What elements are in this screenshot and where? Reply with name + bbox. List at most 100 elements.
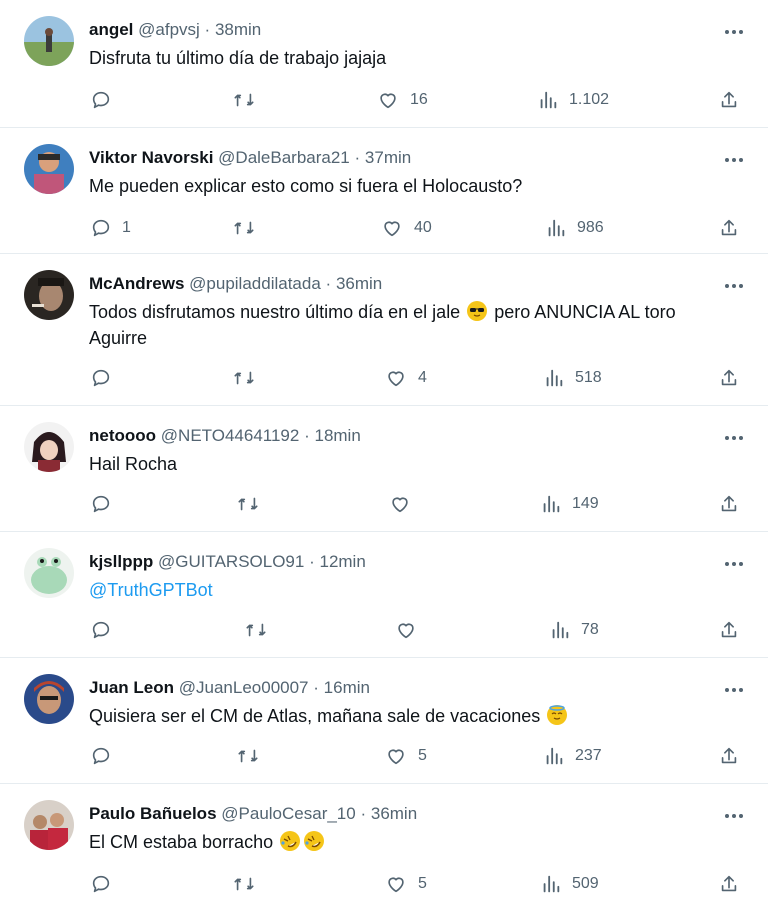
timestamp[interactable]: 36min [336,274,382,293]
reply-icon [92,219,110,237]
reply-button[interactable] [90,744,112,768]
tweet[interactable]: angel @afpvsj · 38min Disfruta tu último… [0,0,768,128]
tweet[interactable]: Viktor Navorski @DaleBarbara21 · 37min M… [0,128,768,254]
user-handle[interactable]: @pupiladdilatada [189,274,321,293]
like-button[interactable]: 40 [380,216,432,240]
share-button[interactable] [718,744,740,768]
timestamp[interactable]: 16min [324,678,370,697]
rolling-laughing-emoji [304,831,325,851]
views-icon [548,219,565,237]
tweet-header: kjsllppp @GUITARSOLO91 · 12min [89,550,366,574]
avatar[interactable] [24,800,74,850]
separator: · [313,678,319,697]
user-handle[interactable]: @DaleBarbara21 [218,148,350,167]
avatar[interactable] [24,270,74,320]
avatar[interactable] [24,548,74,598]
timestamp[interactable]: 38min [215,20,261,39]
tweet[interactable]: McAndrews @pupiladdilatada · 36min Todos… [0,254,768,406]
display-name[interactable]: angel [89,20,133,39]
display-name[interactable]: kjsllppp [89,552,153,571]
like-button[interactable]: 5 [384,872,427,896]
more-icon[interactable] [722,20,746,44]
more-icon[interactable] [722,148,746,172]
tweet[interactable]: netoooo @NETO44641192 · 18min Hail Rocha… [0,406,768,532]
like-count: 4 [418,369,427,386]
share-button[interactable] [718,366,740,390]
timestamp[interactable]: 18min [314,426,360,445]
timestamp[interactable]: 37min [365,148,411,167]
user-handle[interactable]: @afpvsj [138,20,200,39]
avatar[interactable] [24,422,74,472]
like-button[interactable]: 5 [384,744,427,768]
display-name[interactable]: McAndrews [89,274,184,293]
retweet-button[interactable] [236,744,260,768]
like-icon [388,877,404,893]
views-button[interactable]: 149 [540,492,599,516]
share-icon [721,219,737,236]
tweet[interactable]: kjsllppp @GUITARSOLO91 · 12min @TruthGPT… [0,532,768,658]
reply-button[interactable] [90,366,122,390]
display-name[interactable]: Viktor Navorski [89,148,213,167]
timestamp[interactable]: 12min [319,552,365,571]
tweet-header: Juan Leon @JuanLeo00007 · 16min [89,676,370,700]
view-count: 518 [575,369,602,386]
reply-button[interactable] [90,88,122,112]
display-name[interactable]: Juan Leon [89,678,174,697]
timestamp[interactable]: 36min [371,804,417,823]
reply-button[interactable] [90,618,112,642]
more-icon[interactable] [722,552,746,576]
retweet-button[interactable] [236,492,260,516]
share-button[interactable] [718,88,740,112]
retweet-button[interactable] [232,216,256,240]
rolling-laughing-emoji [280,831,301,851]
share-button[interactable] [718,872,740,896]
avatar[interactable] [24,674,74,724]
user-handle[interactable]: @PauloCesar_10 [221,804,355,823]
share-icon [721,91,737,108]
more-icon[interactable] [722,426,746,450]
reply-button[interactable] [90,492,112,516]
user-handle[interactable]: @NETO44641192 [161,426,300,445]
reply-button[interactable]: 1 [90,216,131,240]
tweet-text: Todos disfrutamos nuestro último día en … [89,299,749,351]
tweet[interactable]: Juan Leon @JuanLeo00007 · 16min Quisiera… [0,658,768,784]
like-button[interactable] [394,618,418,642]
user-handle[interactable]: @JuanLeo00007 [179,678,309,697]
avatar[interactable] [24,16,74,66]
separator: · [325,274,332,293]
more-icon[interactable] [722,274,746,298]
like-button[interactable]: 4 [384,366,427,390]
user-handle[interactable]: @GUITARSOLO91 [158,552,304,571]
tweet-text-part: Quisiera ser el CM de Atlas, mañana sale… [89,706,541,726]
more-icon[interactable] [722,804,746,828]
views-button[interactable]: 78 [549,618,599,642]
like-icon [380,93,396,109]
share-button[interactable] [718,618,740,642]
views-button[interactable]: 986 [545,216,604,240]
views-button[interactable]: 518 [543,366,602,390]
display-name[interactable]: netoooo [89,426,156,445]
reply-button[interactable] [90,872,112,896]
share-button[interactable] [718,492,740,516]
share-button[interactable] [718,216,740,240]
retweet-button[interactable] [232,88,256,112]
mention-link[interactable]: @TruthGPTBot [89,580,213,600]
views-button[interactable]: 509 [540,872,599,896]
like-button[interactable] [388,492,412,516]
retweet-button[interactable] [244,618,268,642]
view-count: 986 [577,219,604,236]
tweet-header: netoooo @NETO44641192 · 18min [89,424,361,448]
like-button[interactable]: 16 [376,88,428,112]
share-icon [721,621,737,638]
views-button[interactable]: 1.102 [537,88,609,112]
retweet-button[interactable] [232,366,256,390]
more-icon[interactable] [722,678,746,702]
views-button[interactable]: 237 [543,744,602,768]
display-name[interactable]: Paulo Bañuelos [89,804,217,823]
share-icon [721,369,737,386]
reply-icon [92,495,110,513]
like-icon [398,623,414,639]
retweet-button[interactable] [232,872,256,896]
tweet[interactable]: Paulo Bañuelos @PauloCesar_10 · 36min El… [0,784,768,900]
avatar[interactable] [24,144,74,194]
